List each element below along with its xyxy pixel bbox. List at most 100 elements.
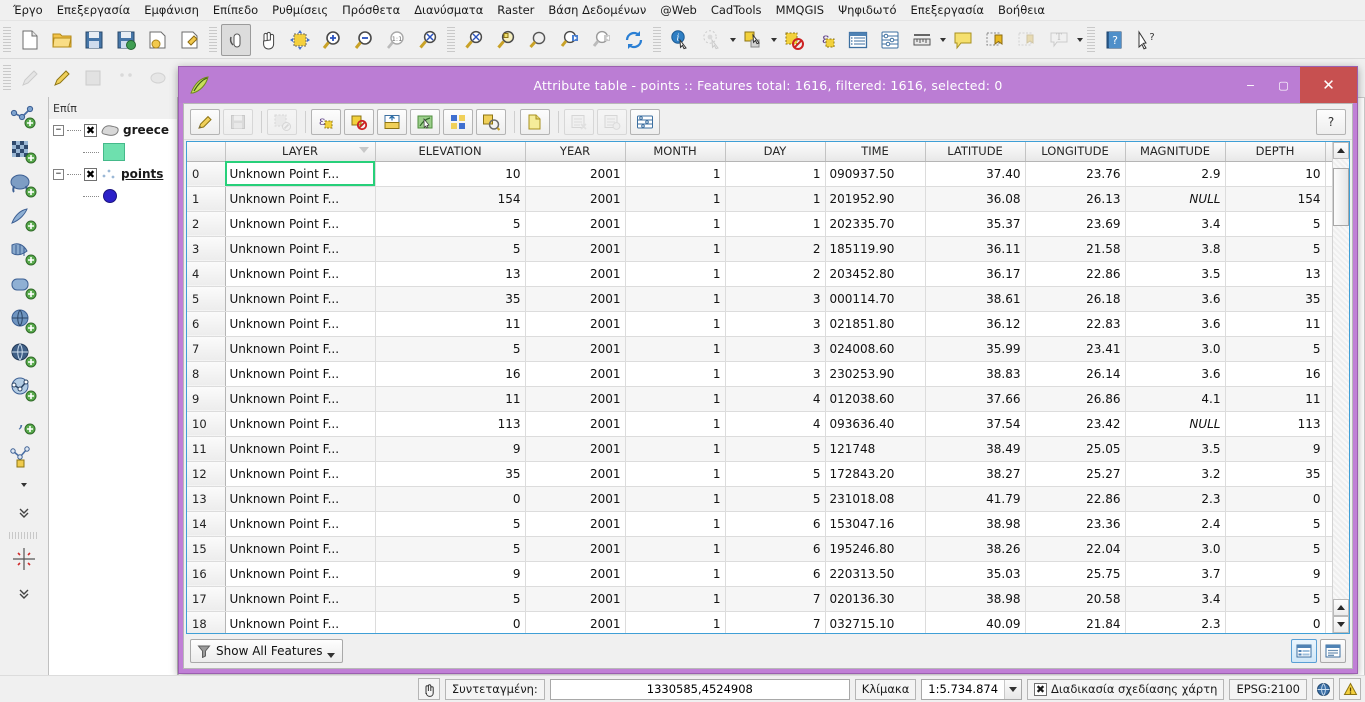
- table-cell-longitude[interactable]: 21.58: [1025, 236, 1126, 262]
- table-cell-longitude[interactable]: 22.86: [1025, 486, 1126, 512]
- table-cell-month[interactable]: 1: [625, 311, 726, 337]
- add-wcs-layer-icon[interactable]: [4, 339, 44, 373]
- table-cell-latitude[interactable]: 40.09: [925, 611, 1026, 633]
- table-cell-elevation[interactable]: 13: [375, 261, 526, 287]
- table-cell-magnitude[interactable]: 3.5: [1125, 261, 1226, 287]
- new-column-icon[interactable]: [597, 108, 627, 135]
- zoom-full-icon[interactable]: [413, 24, 443, 56]
- table-cell-month[interactable]: 1: [625, 161, 726, 187]
- close-button[interactable]: ✕: [1300, 67, 1357, 103]
- table-cell-month[interactable]: 1: [625, 186, 726, 212]
- table-row[interactable]: 11 Unknown Point F... 9 2001 1 5 121748 38.49 25…: [187, 436, 1332, 462]
- table-cell-depth[interactable]: 9: [1225, 561, 1326, 587]
- table-cell-year[interactable]: 2001: [525, 561, 626, 587]
- table-row[interactable]: 18 Unknown Point F... 0 2001 1 7 032715.10 40.0…: [187, 611, 1332, 633]
- column-header-month[interactable]: MONTH: [625, 142, 726, 162]
- table-cell-depth[interactable]: 154: [1225, 186, 1326, 212]
- pan-to-selection-icon[interactable]: [285, 24, 315, 56]
- digitize-pen-icon[interactable]: [15, 62, 45, 94]
- menu-item-14[interactable]: Βοήθεια: [991, 1, 1052, 19]
- table-cell-day[interactable]: 7: [725, 586, 826, 612]
- table-cell-depth[interactable]: 0: [1225, 486, 1326, 512]
- table-cell-elevation[interactable]: 5: [375, 336, 526, 362]
- save-layer-edits-icon[interactable]: [79, 62, 109, 94]
- row-id-cell[interactable]: 12: [187, 461, 226, 487]
- table-cell-latitude[interactable]: 38.61: [925, 286, 1026, 312]
- table-cell-elevation[interactable]: 113: [375, 411, 526, 437]
- table-cell-month[interactable]: 1: [625, 361, 726, 387]
- table-cell-depth[interactable]: 5: [1225, 336, 1326, 362]
- toolbar-grip-4[interactable]: [653, 26, 661, 53]
- table-cell-layer[interactable]: Unknown Point F...: [225, 486, 376, 512]
- table-cell-longitude[interactable]: 21.84: [1025, 611, 1126, 633]
- table-cell-depth[interactable]: 5: [1225, 211, 1326, 237]
- table-cell-elevation[interactable]: 5: [375, 586, 526, 612]
- menu-item-0[interactable]: Έργο: [6, 1, 50, 19]
- table-cell-latitude[interactable]: 36.12: [925, 311, 1026, 337]
- menu-item-5[interactable]: Πρόσθετα: [335, 1, 407, 19]
- table-cell-month[interactable]: 1: [625, 436, 726, 462]
- table-cell-elevation[interactable]: 5: [375, 511, 526, 537]
- table-cell-longitude[interactable]: 23.41: [1025, 336, 1126, 362]
- table-cell-longitude[interactable]: 20.58: [1025, 586, 1126, 612]
- table-cell-day[interactable]: 6: [725, 536, 826, 562]
- table-cell-layer[interactable]: Unknown Point F...: [225, 186, 376, 212]
- zoom-in-icon[interactable]: [317, 24, 347, 56]
- add-spatialite-layer-icon[interactable]: [4, 203, 44, 237]
- table-cell-day[interactable]: 6: [725, 561, 826, 587]
- crs-label[interactable]: EPSG:2100: [1229, 678, 1307, 700]
- expand-more-icon[interactable]: [4, 495, 44, 529]
- table-cell-magnitude[interactable]: 3.5: [1125, 436, 1226, 462]
- crs-globe-icon[interactable]: [1312, 678, 1334, 700]
- table-row[interactable]: 1 Unknown Point F... 154 2001 1 1 201952.90 36.…: [187, 186, 1332, 212]
- table-cell-latitude[interactable]: 38.27: [925, 461, 1026, 487]
- table-cell-magnitude[interactable]: 3.2: [1125, 461, 1226, 487]
- table-cell-day[interactable]: 4: [725, 386, 826, 412]
- table-cell-month[interactable]: 1: [625, 536, 726, 562]
- table-cell-magnitude[interactable]: 3.4: [1125, 586, 1226, 612]
- table-row[interactable]: 7 Unknown Point F... 5 2001 1 3 024008.60 35.99…: [187, 336, 1332, 362]
- render-checkbox[interactable]: ✖ Διαδικασία σχεδίασης χάρτη: [1027, 678, 1225, 700]
- row-id-cell[interactable]: 5: [187, 286, 226, 312]
- show-all-features-button[interactable]: Show All Features: [190, 639, 344, 663]
- table-cell-latitude[interactable]: 38.26: [925, 536, 1026, 562]
- table-cell-magnitude[interactable]: 3.8: [1125, 236, 1226, 262]
- invert-selection-icon[interactable]: [476, 108, 506, 135]
- table-cell-longitude[interactable]: 22.86: [1025, 261, 1126, 287]
- table-cell-latitude[interactable]: 36.11: [925, 236, 1026, 262]
- table-cell-time[interactable]: 202335.70: [825, 211, 926, 237]
- table-row[interactable]: 9 Unknown Point F... 11 2001 1 4 012038.60 37.6…: [187, 386, 1332, 412]
- table-cell-elevation[interactable]: 5: [375, 536, 526, 562]
- table-cell-day[interactable]: 1: [725, 211, 826, 237]
- table-view-icon[interactable]: [1291, 639, 1317, 663]
- column-header-latitude[interactable]: LATITUDE: [925, 142, 1026, 162]
- table-cell-day[interactable]: 5: [725, 461, 826, 487]
- table-cell-year[interactable]: 2001: [525, 586, 626, 612]
- select-by-expression-icon[interactable]: ε: [311, 108, 341, 135]
- table-cell-layer[interactable]: Unknown Point F...: [225, 261, 376, 287]
- table-cell-layer[interactable]: Unknown Point F...: [225, 386, 376, 412]
- column-header-longitude[interactable]: LONGITUDE: [1025, 142, 1126, 162]
- zoom-out-icon[interactable]: [349, 24, 379, 56]
- row-id-cell[interactable]: 18: [187, 611, 226, 633]
- menu-item-9[interactable]: @Web: [653, 1, 704, 19]
- table-cell-time[interactable]: 153047.16: [825, 511, 926, 537]
- zoom-to-selection-icon[interactable]: [459, 24, 489, 56]
- table-cell-year[interactable]: 2001: [525, 336, 626, 362]
- table-cell-intensity[interactable]: 0: [1325, 236, 1332, 262]
- table-cell-latitude[interactable]: 38.98: [925, 586, 1026, 612]
- row-id-cell[interactable]: 6: [187, 311, 226, 337]
- add-vector-layer-icon[interactable]: [4, 101, 44, 135]
- table-cell-magnitude[interactable]: 3.6: [1125, 286, 1226, 312]
- table-cell-latitude[interactable]: 38.49: [925, 436, 1026, 462]
- table-cell-year[interactable]: 2001: [525, 186, 626, 212]
- table-cell-month[interactable]: 1: [625, 411, 726, 437]
- touch-zoom-pan-icon[interactable]: [221, 23, 251, 56]
- layer-dropdown-icon[interactable]: [20, 475, 29, 495]
- menu-item-10[interactable]: CadTools: [704, 1, 769, 19]
- table-cell-depth[interactable]: 13: [1225, 261, 1326, 287]
- table-cell-day[interactable]: 3: [725, 311, 826, 337]
- table-cell-year[interactable]: 2001: [525, 611, 626, 633]
- table-cell-intensity[interactable]: 0: [1325, 336, 1332, 362]
- open-attribute-table-icon[interactable]: [843, 24, 873, 56]
